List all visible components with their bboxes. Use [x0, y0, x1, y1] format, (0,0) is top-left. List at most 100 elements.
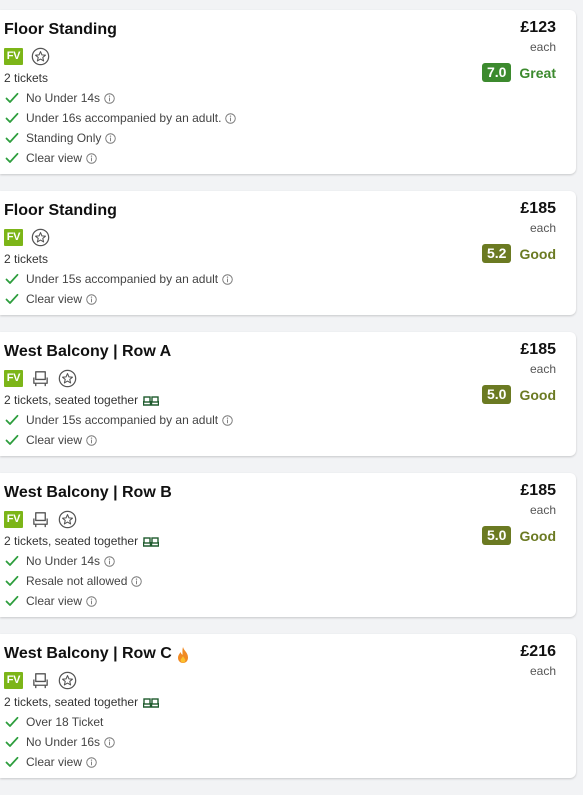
- deal-rating: 5.0 Good: [481, 385, 556, 404]
- check-icon: [5, 575, 19, 587]
- info-icon[interactable]: [86, 595, 97, 607]
- ticket-listing-card[interactable]: West Balcony | Row A FV 2 tickets, seated …: [0, 332, 576, 456]
- fv-badge: FV: [4, 511, 23, 528]
- listing-icons: FV: [4, 510, 77, 529]
- feature-text: Resale not allowed: [26, 574, 128, 588]
- seat-icon: [31, 510, 50, 529]
- star-icon[interactable]: [58, 671, 77, 690]
- star-icon[interactable]: [31, 47, 50, 66]
- feature-item: Under 15s accompanied by an adult: [5, 269, 233, 289]
- check-icon: [5, 152, 19, 164]
- price-unit: each: [529, 221, 556, 235]
- info-icon[interactable]: [225, 112, 237, 124]
- price-unit: each: [529, 503, 556, 517]
- info-icon[interactable]: [104, 736, 115, 748]
- fv-badge: FV: [4, 672, 23, 689]
- feature-text: Under 15s accompanied by an adult: [26, 272, 219, 286]
- info-icon[interactable]: [222, 414, 233, 426]
- check-icon: [5, 716, 19, 728]
- check-icon: [5, 756, 19, 768]
- rating-score: 5.0: [481, 526, 512, 545]
- feature-item: Under 15s accompanied by an adult: [5, 410, 233, 430]
- feature-item: Clear view: [5, 752, 115, 772]
- info-icon[interactable]: [105, 132, 117, 144]
- check-icon: [5, 736, 19, 748]
- price: £123: [520, 19, 556, 36]
- check-icon: [5, 273, 19, 285]
- ticket-listing-card[interactable]: Floor Standing FV 2 tickets No Under 14s Und…: [0, 10, 576, 174]
- star-icon[interactable]: [58, 510, 77, 529]
- feature-text: Standing Only: [26, 131, 102, 145]
- listing-icons: FV: [4, 47, 50, 66]
- seat-icon: [31, 369, 50, 388]
- feature-item: Clear view: [5, 148, 236, 168]
- feature-item: Resale not allowed: [5, 571, 143, 591]
- info-icon[interactable]: [86, 293, 97, 305]
- check-icon: [5, 434, 19, 446]
- price: £185: [520, 200, 556, 217]
- price-unit: each: [529, 362, 556, 376]
- check-icon: [5, 555, 19, 567]
- feature-text: Clear view: [26, 433, 83, 447]
- info-icon[interactable]: [86, 152, 97, 164]
- feature-text: Under 16s accompanied by an adult.: [26, 111, 222, 125]
- star-icon[interactable]: [58, 369, 77, 388]
- fv-badge: FV: [4, 229, 23, 246]
- info-icon[interactable]: [86, 434, 97, 446]
- ticket-listing-card[interactable]: West Balcony | Row B FV 2 tickets, seated …: [0, 473, 576, 617]
- check-icon: [5, 132, 19, 144]
- listing-icons: FV: [4, 671, 77, 690]
- price-unit: each: [529, 664, 556, 678]
- seat-icon: [31, 671, 50, 690]
- price-unit: each: [529, 40, 556, 54]
- feature-text: No Under 14s: [26, 554, 101, 568]
- ticket-count: 2 tickets: [4, 71, 49, 85]
- feature-item: No Under 14s: [5, 88, 236, 108]
- ticket-listing-card[interactable]: Floor Standing FV 2 tickets Under 15s accom…: [0, 191, 576, 315]
- listing-title: West Balcony | Row B: [4, 484, 172, 501]
- feature-text: Clear view: [26, 755, 83, 769]
- feature-list: Under 15s accompanied by an adult Clear v…: [5, 269, 233, 309]
- listing-icons: FV: [4, 369, 77, 388]
- ticket-count: 2 tickets, seated together: [4, 534, 160, 548]
- star-icon[interactable]: [31, 228, 50, 247]
- rating-label: Good: [519, 245, 556, 262]
- feature-text: Clear view: [26, 292, 83, 306]
- ticket-listing-card[interactable]: West Balcony | Row C FV 2 tickets, seated …: [0, 634, 576, 778]
- info-icon[interactable]: [104, 555, 115, 567]
- rating-score: 7.0: [481, 63, 512, 82]
- feature-text: No Under 16s: [26, 735, 101, 749]
- info-icon[interactable]: [222, 273, 233, 285]
- price: £185: [520, 482, 556, 499]
- listing-icons: FV: [4, 228, 50, 247]
- info-icon[interactable]: [86, 756, 97, 768]
- listing-title: Floor Standing: [4, 202, 117, 219]
- feature-list: Over 18 Ticket No Under 16s Clear view: [5, 712, 115, 772]
- feature-item: Under 16s accompanied by an adult.: [5, 108, 237, 128]
- listing-title: Floor Standing: [4, 21, 117, 38]
- ticket-count: 2 tickets, seated together: [4, 695, 160, 709]
- price: £216: [520, 643, 556, 660]
- ticket-count: 2 tickets: [4, 252, 49, 266]
- rating-label: Great: [519, 64, 556, 81]
- info-icon[interactable]: [131, 575, 143, 587]
- check-icon: [5, 92, 19, 104]
- check-icon: [5, 293, 19, 305]
- info-icon[interactable]: [104, 92, 115, 104]
- feature-item: Clear view: [5, 591, 142, 611]
- feature-item: Over 18 Ticket: [5, 712, 115, 732]
- deal-rating: 7.0 Great: [481, 63, 556, 82]
- flame-icon: [176, 646, 190, 663]
- feature-item: Clear view: [5, 289, 233, 309]
- seated-together-icon: [142, 697, 160, 708]
- feature-item: No Under 16s: [5, 732, 115, 752]
- seated-together-icon: [142, 395, 160, 406]
- listing-title: West Balcony | Row C: [4, 645, 190, 663]
- feature-text: Clear view: [26, 594, 83, 608]
- fv-badge: FV: [4, 370, 23, 387]
- feature-list: Under 15s accompanied by an adult Clear v…: [5, 410, 233, 450]
- feature-text: Over 18 Ticket: [26, 715, 104, 729]
- deal-rating: 5.0 Good: [481, 526, 556, 545]
- check-icon: [5, 112, 19, 124]
- seated-together-icon: [142, 536, 160, 547]
